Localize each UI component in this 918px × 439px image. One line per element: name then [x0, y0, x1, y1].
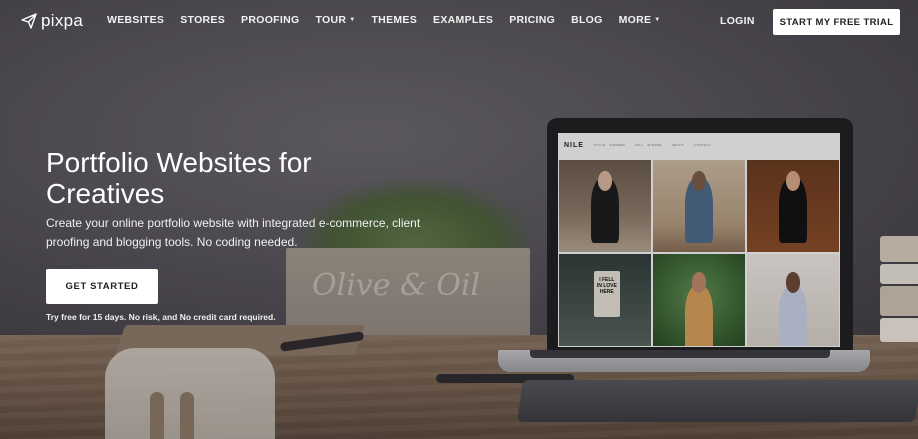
hero-subtitle: Create your online portfolio website wit… [46, 216, 421, 249]
nav-stores[interactable]: STORES [180, 14, 225, 26]
nav-label: EXAMPLES [433, 14, 494, 26]
nav-proofing[interactable]: PROOFING [241, 14, 299, 26]
nav-label: PRICING [509, 14, 556, 26]
nav-blog[interactable]: BLOG [571, 14, 603, 26]
main-nav: WEBSITES STORES PROOFING TOUR ▼ THEMES E… [107, 14, 661, 26]
start-free-trial-button[interactable]: START MY FREE TRIAL [773, 9, 900, 35]
paper-plane-icon [21, 13, 37, 29]
nav-label: THEMES [371, 14, 418, 26]
nav-label: WEBSITES [107, 14, 165, 26]
hero-title: Portfolio Websites for Creatives [46, 147, 312, 209]
nav-websites[interactable]: WEBSITES [107, 14, 164, 26]
nav-tour[interactable]: TOUR ▼ [315, 14, 355, 26]
get-started-button[interactable]: GET STARTED [46, 269, 158, 304]
trial-note: Try free for 15 days. No risk, and No cr… [46, 312, 276, 322]
top-navbar: pixpa WEBSITES STORES PROOFING TOUR ▼ TH… [0, 0, 918, 44]
brand-name: pixpa [41, 11, 84, 30]
nav-label: PROOFING [241, 14, 300, 26]
caret-down-icon: ▼ [349, 17, 356, 23]
nav-themes[interactable]: THEMES [371, 14, 417, 26]
brand-logo[interactable]: pixpa [21, 11, 83, 31]
nav-pricing[interactable]: PRICING [509, 14, 555, 26]
login-link[interactable]: LOGIN [720, 15, 755, 27]
nav-label: MORE [618, 14, 652, 26]
nav-examples[interactable]: EXAMPLES [433, 14, 493, 26]
nav-more[interactable]: MORE ▼ [619, 14, 661, 26]
nav-label: TOUR [315, 14, 347, 26]
caret-down-icon: ▼ [654, 17, 661, 23]
nav-label: STORES [180, 14, 226, 26]
nav-label: BLOG [571, 14, 603, 26]
